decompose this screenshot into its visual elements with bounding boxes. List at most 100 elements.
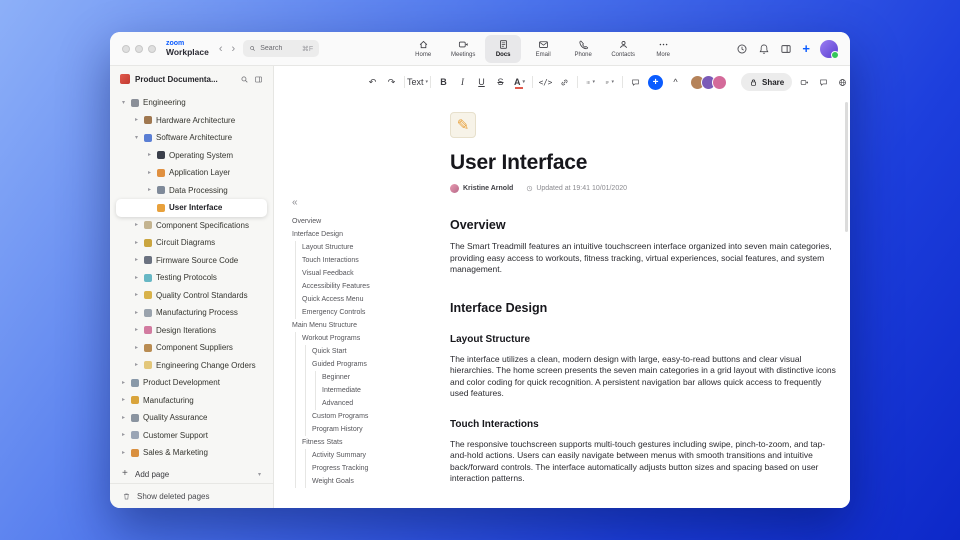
outline-item[interactable]: Visual Feedback — [292, 267, 444, 280]
tab[interactable]: Contacts — [605, 35, 641, 63]
outline-item[interactable]: Overview — [292, 215, 444, 228]
undo-button[interactable]: ↶ — [366, 73, 379, 91]
chevron-icon[interactable] — [133, 362, 140, 368]
sidebar-item[interactable]: Product Development — [116, 374, 267, 392]
chevron-icon[interactable] — [133, 292, 140, 298]
outline-item[interactable]: Weight Goals — [292, 475, 444, 488]
collaborator-avatar[interactable] — [712, 74, 727, 90]
outline-item[interactable]: Accessibility Features — [292, 280, 444, 293]
tab[interactable]: Home — [405, 35, 441, 63]
outline-item[interactable]: Layout Structure — [292, 241, 444, 254]
code-button[interactable]: </> — [539, 73, 553, 91]
comment-button[interactable] — [629, 73, 642, 91]
share-button[interactable]: Share — [741, 73, 793, 91]
sidebar-item[interactable]: Sales & Marketing — [116, 444, 267, 462]
outline-collapse-icon[interactable]: « — [292, 198, 444, 208]
italic-button[interactable]: I — [456, 73, 469, 91]
chevron-icon[interactable] — [120, 100, 127, 106]
panel-toggle-icon[interactable] — [780, 43, 792, 55]
sidebar-item[interactable]: Component Specifications — [116, 217, 267, 235]
tab[interactable]: Docs — [485, 34, 522, 63]
strikethrough-button[interactable]: S — [494, 73, 507, 91]
sidebar-item[interactable]: Hardware Architecture — [116, 112, 267, 130]
add-page-button[interactable]: + Add page ▾ — [110, 465, 273, 483]
text-color-button[interactable]: A ▾ — [513, 73, 526, 91]
chevron-icon[interactable] — [146, 170, 153, 176]
global-search-input[interactable]: Search ⌘F — [243, 40, 320, 57]
doc-section-text[interactable]: The Smart Treadmill features an intuitiv… — [450, 241, 842, 276]
publish-web-button[interactable] — [836, 73, 849, 91]
chevron-icon[interactable] — [133, 222, 140, 228]
outline-item[interactable]: Activity Summary — [292, 449, 444, 462]
outline-item[interactable]: Workout Programs — [292, 332, 444, 345]
bell-icon[interactable] — [758, 43, 770, 55]
chevron-icon[interactable] — [133, 345, 140, 351]
text-style-dropdown[interactable]: Text ▾ — [407, 73, 428, 91]
doc-content[interactable]: ✎ User Interface Kristine Arnold Updated… — [450, 98, 842, 485]
bold-button[interactable]: B — [437, 73, 450, 91]
close-button[interactable] — [122, 44, 130, 53]
chevron-icon[interactable] — [133, 275, 140, 281]
chevron-icon[interactable] — [146, 187, 153, 193]
doc-emoji-icon[interactable]: ✎ — [450, 112, 476, 138]
outline-item[interactable]: Guided Programs — [292, 358, 444, 371]
chevron-icon[interactable] — [120, 415, 127, 421]
chevron-icon[interactable] — [133, 310, 140, 316]
outline-item[interactable]: Beginner — [292, 371, 444, 384]
doc-section-text[interactable]: Touch Interactions — [450, 419, 842, 430]
list-dropdown[interactable]: ▾ — [584, 73, 597, 91]
show-deleted-pages-button[interactable]: Show deleted pages — [110, 483, 273, 508]
sidebar-item[interactable]: Testing Protocols — [116, 269, 267, 287]
chevron-icon[interactable] — [120, 397, 127, 403]
sidebar-item[interactable]: Engineering Change Orders — [116, 357, 267, 375]
forward-button[interactable]: › — [232, 43, 236, 55]
sidebar-item[interactable]: Operating System — [116, 147, 267, 165]
outline-item[interactable]: Custom Programs — [292, 410, 444, 423]
maximize-button[interactable] — [148, 44, 156, 53]
chevron-icon[interactable] — [133, 327, 140, 333]
doc-section-text[interactable]: The responsive touchscreen supports mult… — [450, 439, 842, 485]
sidebar-item[interactable]: Quality Control Standards — [116, 287, 267, 305]
sidebar-item[interactable]: Customer Support — [116, 427, 267, 445]
back-button[interactable]: ‹ — [219, 43, 223, 55]
chevron-icon[interactable] — [133, 135, 140, 141]
sidebar-search-icon[interactable] — [240, 75, 249, 84]
sidebar-item[interactable]: User Interface — [116, 199, 267, 217]
chevron-icon[interactable] — [133, 117, 140, 123]
sidebar-item[interactable]: Quality Assurance — [116, 409, 267, 427]
outline-item[interactable]: Touch Interactions — [292, 254, 444, 267]
tab[interactable]: Email — [525, 35, 561, 63]
sidebar-item[interactable]: Software Architecture — [116, 129, 267, 147]
collapse-toolbar-button[interactable]: ^ — [669, 73, 682, 91]
align-dropdown[interactable]: ▾ — [603, 73, 616, 91]
tab[interactable]: More — [645, 35, 681, 63]
chevron-down-icon[interactable]: ▾ — [258, 471, 261, 478]
plus-icon[interactable]: + — [802, 42, 810, 55]
outline-item[interactable]: Quick Start — [292, 345, 444, 358]
video-call-button[interactable] — [798, 73, 811, 91]
chevron-icon[interactable] — [120, 380, 127, 386]
sidebar-item[interactable]: Engineering — [116, 94, 267, 112]
clock-icon[interactable] — [736, 43, 748, 55]
comments-panel-button[interactable] — [817, 73, 830, 91]
outline-item[interactable]: Quick Access Menu — [292, 293, 444, 306]
chevron-icon[interactable] — [133, 240, 140, 246]
sidebar-item[interactable]: Application Layer — [116, 164, 267, 182]
tab[interactable]: Meetings — [445, 35, 481, 63]
outline-item[interactable]: Progress Tracking — [292, 462, 444, 475]
tab[interactable]: Phone — [565, 35, 601, 63]
sidebar-item[interactable]: Design Iterations — [116, 322, 267, 340]
sidebar-item[interactable]: Circuit Diagrams — [116, 234, 267, 252]
chevron-icon[interactable] — [120, 432, 127, 438]
chevron-icon[interactable] — [120, 450, 127, 456]
chevron-icon[interactable] — [133, 257, 140, 263]
minimize-button[interactable] — [135, 44, 143, 53]
sidebar-item[interactable]: Firmware Source Code — [116, 252, 267, 270]
redo-button[interactable]: ↷ — [385, 73, 398, 91]
sidebar-item[interactable]: Data Processing — [116, 182, 267, 200]
outline-item[interactable]: Main Menu Structure — [292, 319, 444, 332]
outline-item[interactable]: Interface Design — [292, 228, 444, 241]
outline-item[interactable]: Advanced — [292, 397, 444, 410]
user-avatar[interactable] — [820, 39, 839, 59]
underline-button[interactable]: U — [475, 73, 488, 91]
